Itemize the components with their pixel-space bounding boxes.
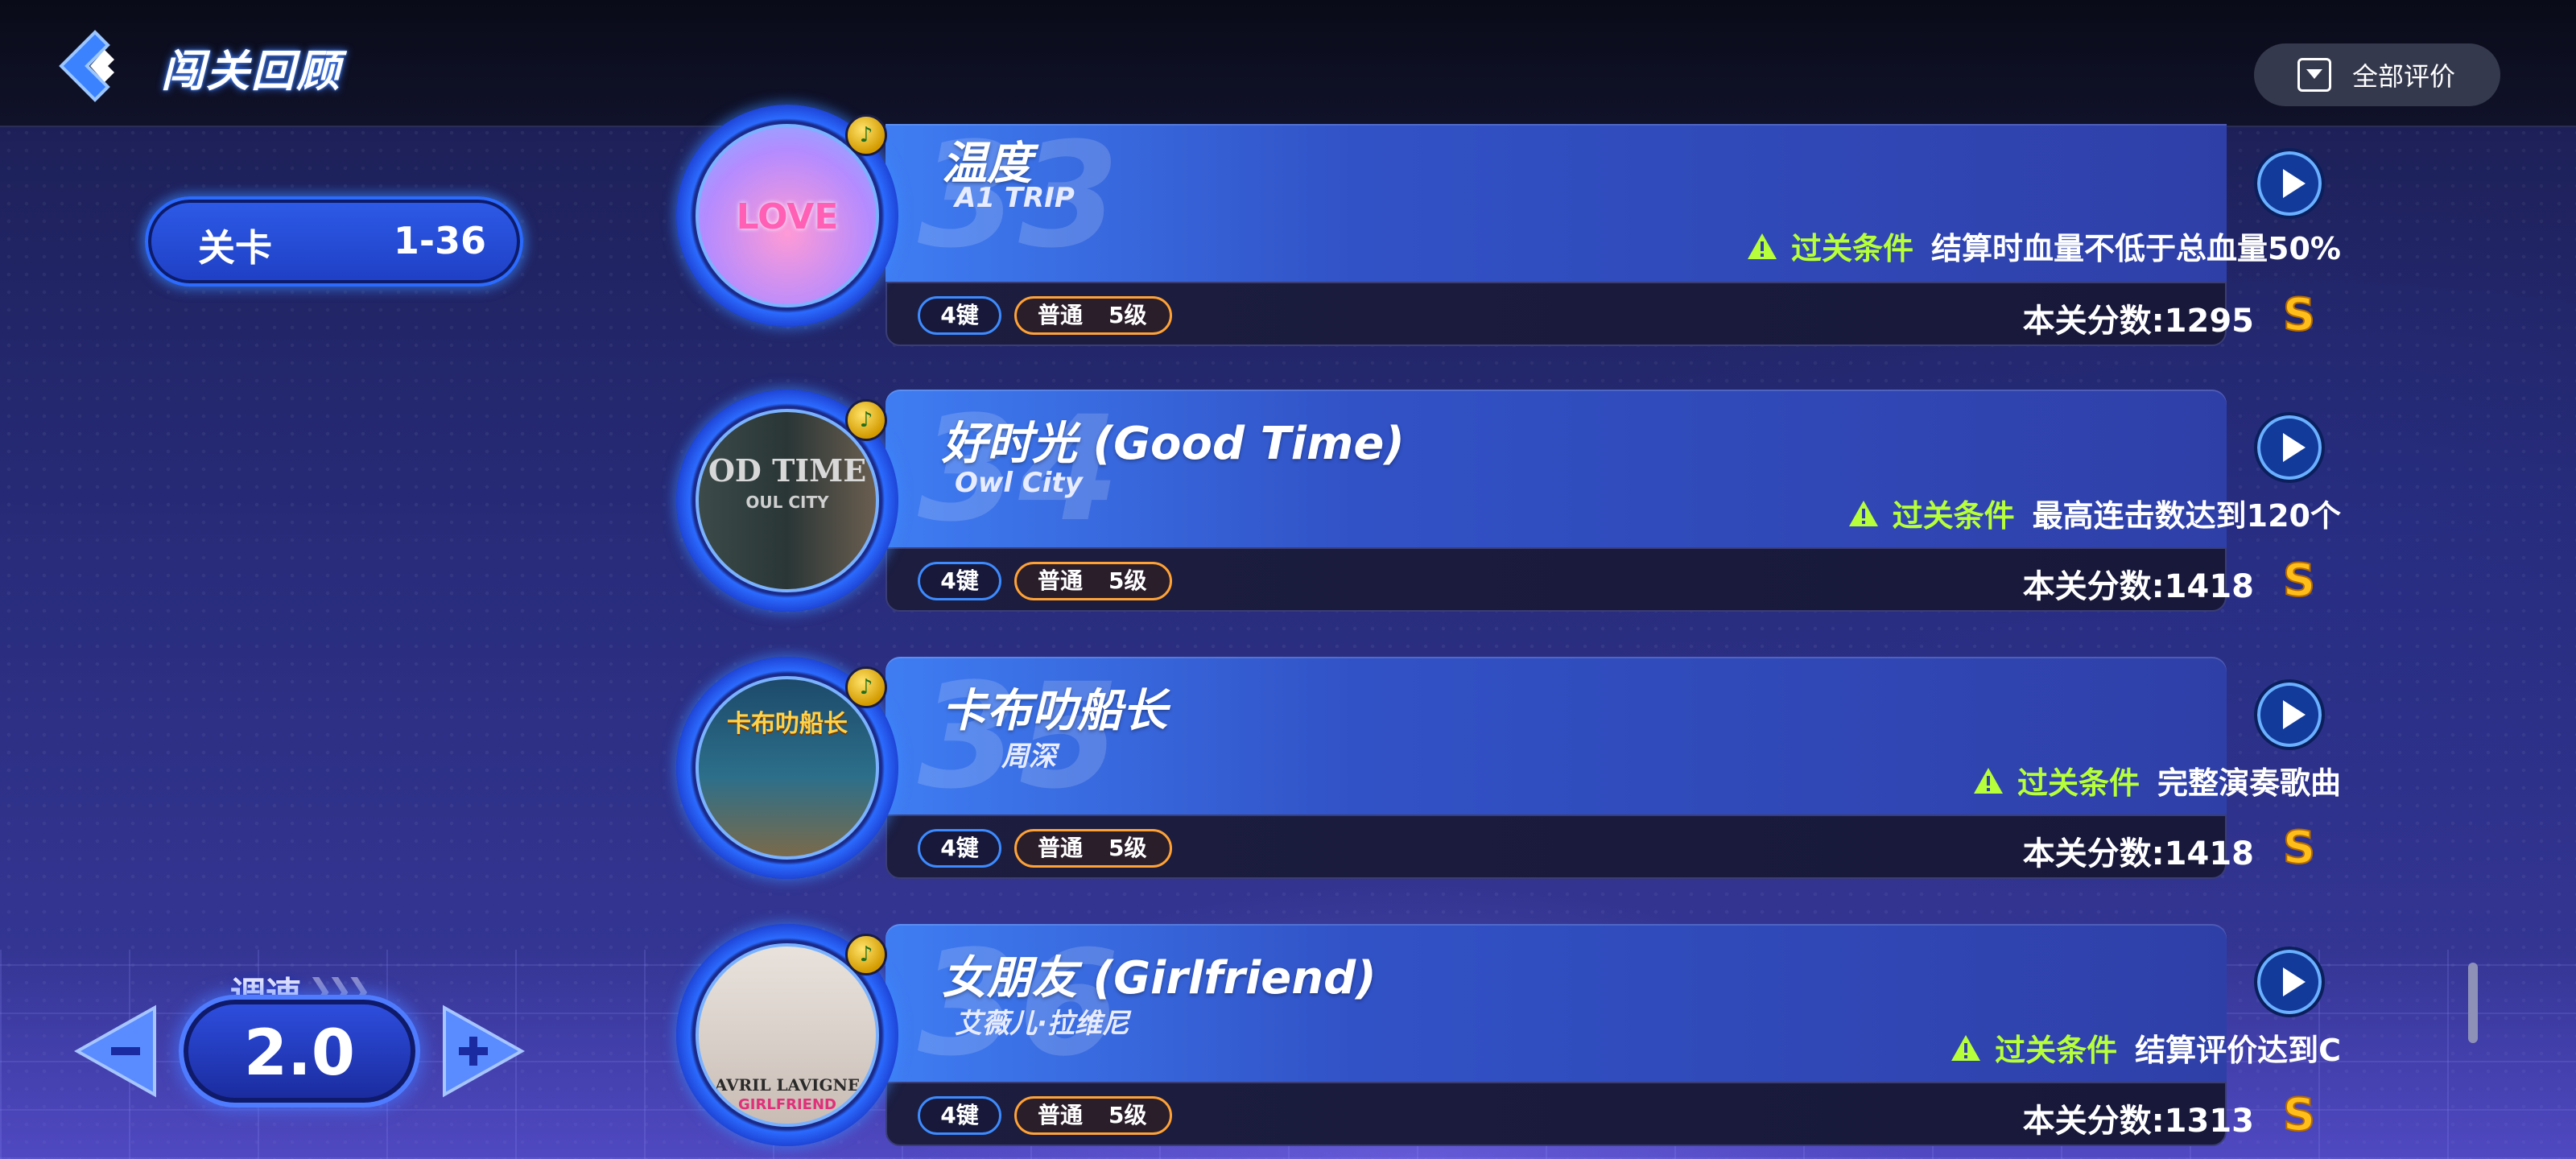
level-value: 1-36 <box>393 219 486 262</box>
score-label: 本关分数: <box>2022 835 2165 872</box>
key-count-tag: 4键 <box>918 829 1001 868</box>
difficulty-level: 5级 <box>1108 835 1147 861</box>
score-label: 本关分数: <box>2022 568 2165 605</box>
play-icon[interactable] <box>2254 412 2325 483</box>
speed-display: 2.0 <box>179 995 420 1107</box>
difficulty-level: 5级 <box>1108 567 1147 594</box>
warning-icon <box>1951 1034 1981 1061</box>
top-bar: 闯关回顾 全部评价 <box>0 0 2576 127</box>
difficulty-name: 普通 <box>1038 302 1084 328</box>
album-disc: AVRIL LAVIGNE GIRLFRIEND ♪ <box>676 924 898 1146</box>
song-title: 卡布叻船长 <box>942 685 1167 737</box>
speed-increase-button[interactable] <box>441 1003 526 1099</box>
medal-icon: ♪ <box>845 399 887 441</box>
level-label: 关卡 <box>198 226 272 270</box>
svg-text:S: S <box>2283 555 2315 604</box>
score-label: 本关分数: <box>2022 1103 2165 1140</box>
score-label: 本关分数: <box>2022 303 2165 340</box>
album-art: OD TIME OUL CITY <box>696 409 879 592</box>
svg-text:S: S <box>2283 290 2315 338</box>
speed-decrease-button[interactable] <box>73 1003 158 1099</box>
play-icon[interactable] <box>2254 148 2325 219</box>
filter-dropdown-button[interactable]: 全部评价 <box>2254 43 2500 106</box>
dropdown-icon <box>2297 58 2331 92</box>
page-title: 闯关回顾 <box>161 46 341 97</box>
score-value: 1313 <box>2164 1103 2254 1140</box>
grade-s-icon: S <box>2282 555 2316 604</box>
svg-text:S: S <box>2283 823 2315 871</box>
clear-condition: 过关条件 结算时血量不低于总血量50% <box>1746 224 2341 268</box>
song-card[interactable]: 34 OD TIME OUL CITY ♪ 好时光 (Good Time) Ow… <box>676 390 2359 623</box>
song-card[interactable]: 36 AVRIL LAVIGNE GIRLFRIEND ♪ 女朋友 (Girlf… <box>676 924 2359 1157</box>
difficulty-tag: 普通 5级 <box>1014 829 1172 868</box>
album-art: AVRIL LAVIGNE GIRLFRIEND <box>696 943 879 1127</box>
filter-label: 全部评价 <box>2352 61 2456 92</box>
stage-score: 本关分数:1313 <box>2023 1095 2254 1141</box>
medal-icon: ♪ <box>845 666 887 708</box>
clear-condition: 过关条件 结算评价达到C <box>1950 1025 2341 1070</box>
difficulty-tag: 普通 5级 <box>1014 562 1172 600</box>
back-arrow-icon[interactable] <box>48 26 129 106</box>
play-icon[interactable] <box>2254 947 2325 1017</box>
play-icon[interactable] <box>2254 679 2325 750</box>
song-card[interactable]: 33 LOVE ♪ 温度 A1 TRIP 过关条件 结算时血量不低于总血量50%… <box>676 105 2359 357</box>
difficulty-level: 5级 <box>1108 1102 1147 1128</box>
album-disc: 卡布叻船长 ♪ <box>676 657 898 879</box>
condition-label: 过关条件 <box>2017 765 2140 801</box>
song-artist: 周深 <box>1001 740 1056 773</box>
stage-score: 本关分数:1418 <box>2023 827 2254 874</box>
speed-value: 2.0 <box>243 1017 356 1090</box>
song-artist: Owl City <box>955 467 1083 499</box>
difficulty-name: 普通 <box>1038 567 1084 594</box>
medal-icon: ♪ <box>845 934 887 975</box>
song-card[interactable]: 35 卡布叻船长 ♪ 卡布叻船长 周深 过关条件 完整演奏歌曲 4键 普通 5级… <box>676 657 2359 890</box>
album-disc: LOVE ♪ <box>676 105 898 327</box>
condition-text: 完整演奏歌曲 <box>2157 765 2341 801</box>
song-artist: A1 TRIP <box>955 182 1075 214</box>
song-title: 女朋友 (Girlfriend) <box>942 952 1377 1004</box>
condition-text: 结算时血量不低于总血量50% <box>1931 231 2341 266</box>
grade-s-icon: S <box>2282 290 2316 338</box>
stage-score: 本关分数:1418 <box>2023 560 2254 607</box>
warning-icon <box>1848 500 1878 526</box>
difficulty-name: 普通 <box>1038 1102 1084 1128</box>
difficulty-tag: 普通 5级 <box>1014 296 1172 335</box>
score-value: 1418 <box>2164 835 2254 872</box>
key-count-tag: 4键 <box>918 296 1001 335</box>
warning-icon <box>1973 767 2003 794</box>
condition-text: 结算评价达到C <box>2135 1033 2341 1068</box>
album-art: 卡布叻船长 <box>696 676 879 860</box>
medal-icon: ♪ <box>845 114 887 156</box>
grade-s-icon: S <box>2282 1090 2316 1138</box>
key-count-tag: 4键 <box>918 562 1001 600</box>
song-title: 好时光 (Good Time) <box>942 418 1405 470</box>
score-value: 1295 <box>2164 303 2254 340</box>
level-range-badge: 关卡 1-36 <box>145 196 523 287</box>
svg-text:S: S <box>2283 1090 2315 1138</box>
condition-label: 过关条件 <box>1995 1033 2118 1068</box>
song-artist: 艾薇儿·拉维尼 <box>955 1008 1129 1040</box>
stage-score: 本关分数:1295 <box>2023 295 2254 341</box>
condition-label: 过关条件 <box>1892 498 2015 534</box>
key-count-tag: 4键 <box>918 1096 1001 1135</box>
score-value: 1418 <box>2164 568 2254 605</box>
condition-text: 最高连击数达到120个 <box>2032 498 2341 534</box>
grade-s-icon: S <box>2282 823 2316 871</box>
difficulty-name: 普通 <box>1038 835 1084 861</box>
difficulty-level: 5级 <box>1108 302 1147 328</box>
condition-label: 过关条件 <box>1791 231 1914 266</box>
album-disc: OD TIME OUL CITY ♪ <box>676 390 898 612</box>
clear-condition: 过关条件 完整演奏歌曲 <box>1972 758 2341 802</box>
album-art: LOVE <box>696 124 879 307</box>
difficulty-tag: 普通 5级 <box>1014 1096 1172 1135</box>
scrollbar-thumb[interactable] <box>2468 963 2478 1043</box>
clear-condition: 过关条件 最高连击数达到120个 <box>1847 491 2341 535</box>
warning-icon <box>1748 233 1777 259</box>
